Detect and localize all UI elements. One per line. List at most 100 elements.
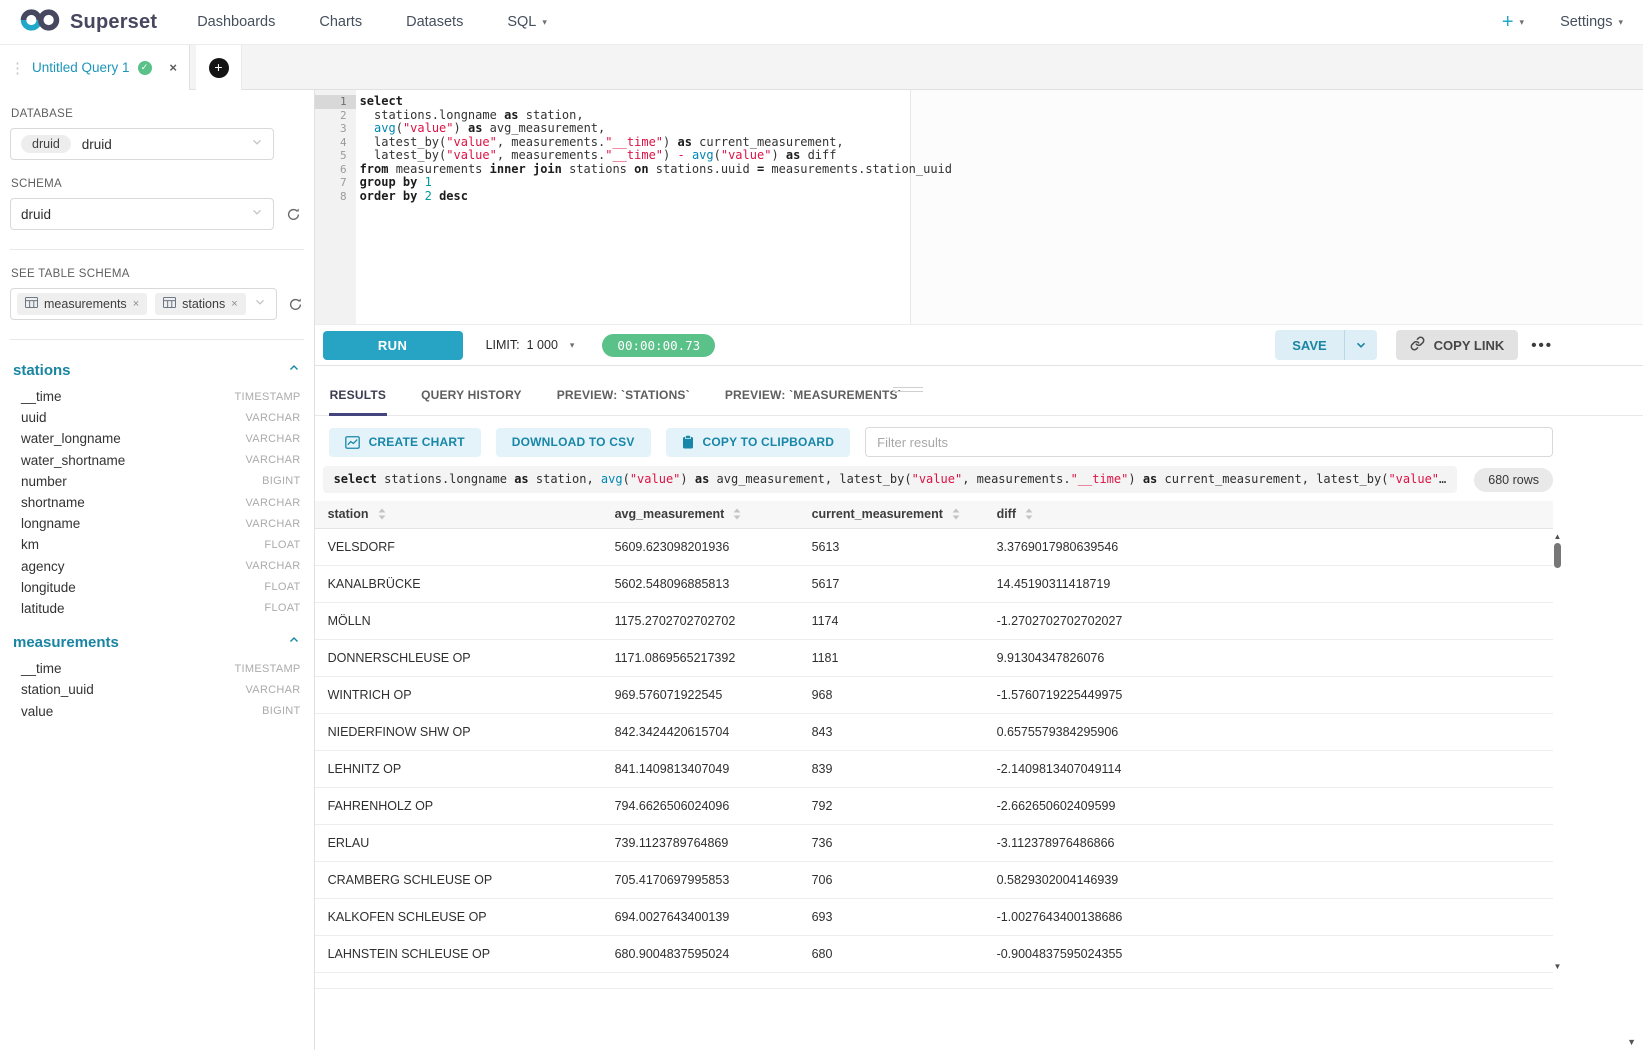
column-row: latitudeFLOAT bbox=[0, 598, 314, 619]
table-cell: -1.0027643400138686 bbox=[984, 898, 1553, 935]
column-name: station_uuid bbox=[21, 682, 94, 697]
column-row: longnameVARCHAR bbox=[0, 513, 314, 534]
table-cell: 694.0027643400139 bbox=[602, 898, 799, 935]
schema-section-header-stations[interactable]: stations bbox=[0, 361, 314, 379]
table-cell bbox=[602, 972, 799, 988]
table-scrollbar[interactable]: ▲ ▼ bbox=[1551, 532, 1564, 980]
column-type: FLOAT bbox=[264, 581, 300, 593]
tab-label: Untitled Query 1 bbox=[32, 60, 130, 75]
column-name: latitude bbox=[21, 601, 65, 616]
copy-to-clipboard-button[interactable]: COPY TO CLIPBOARD bbox=[666, 428, 851, 457]
results-tab-preview-stations-[interactable]: PREVIEW: `STATIONS` bbox=[556, 379, 691, 415]
chevron-up-icon[interactable] bbox=[288, 361, 300, 379]
column-header-station[interactable]: station bbox=[315, 501, 602, 528]
column-type: VARCHAR bbox=[245, 684, 300, 696]
sort-icon[interactable] bbox=[378, 508, 386, 520]
code-line-1: select bbox=[360, 95, 1643, 109]
table-cell: LAHNSTEIN SCHLEUSE OP bbox=[315, 935, 602, 972]
table-cell: 1181 bbox=[799, 639, 984, 676]
column-header-avg_measurement[interactable]: avg_measurement bbox=[602, 501, 799, 528]
page-scroll-down-icon[interactable]: ▼ bbox=[1627, 1037, 1636, 1047]
column-header-current_measurement[interactable]: current_measurement bbox=[799, 501, 984, 528]
sort-icon[interactable] bbox=[733, 508, 741, 520]
column-name: km bbox=[21, 537, 39, 552]
create-chart-button[interactable]: CREATE CHART bbox=[329, 428, 481, 457]
column-name: longitude bbox=[21, 580, 76, 595]
settings-menu[interactable]: Settings▾ bbox=[1560, 14, 1623, 30]
table-tag-stations[interactable]: stations× bbox=[155, 293, 246, 315]
sort-icon[interactable] bbox=[1025, 508, 1033, 520]
table-cell: 705.4170697995853 bbox=[602, 861, 799, 898]
superset-logo[interactable]: Superset bbox=[18, 7, 157, 38]
column-list: __timeTIMESTAMPuuidVARCHARwater_longname… bbox=[0, 386, 314, 619]
database-select[interactable]: druid druid bbox=[10, 128, 274, 160]
nav-item-datasets[interactable]: Datasets bbox=[406, 14, 463, 30]
row-count-badge: 680 rows bbox=[1474, 468, 1553, 492]
limit-dropdown[interactable]: LIMIT: 1 000 ▾ bbox=[486, 338, 575, 352]
new-menu-button[interactable]: + ▾ bbox=[1502, 12, 1524, 32]
run-button[interactable]: RUN bbox=[323, 331, 463, 360]
results-tab-preview-measurements-[interactable]: PREVIEW: `MEASUREMENTS` bbox=[724, 379, 903, 415]
column-name: longname bbox=[21, 516, 80, 531]
column-type: VARCHAR bbox=[245, 454, 300, 466]
download-to-csv-button[interactable]: DOWNLOAD TO CSV bbox=[496, 428, 651, 457]
column-row: __timeTIMESTAMP bbox=[0, 658, 314, 679]
remove-tag-icon[interactable]: × bbox=[133, 298, 139, 310]
line-number: 6 bbox=[315, 163, 356, 177]
table-cell: 1171.0869565217392 bbox=[602, 639, 799, 676]
tab-untitled-query[interactable]: ⋮ Untitled Query 1 ✓ × bbox=[0, 45, 190, 90]
drag-dots-icon[interactable]: ⋮ bbox=[10, 59, 24, 77]
column-name: uuid bbox=[21, 410, 47, 425]
table-icon bbox=[25, 297, 38, 311]
sort-icon[interactable] bbox=[952, 508, 960, 520]
add-tab-button[interactable]: + bbox=[196, 45, 242, 90]
schema-section-header-measurements[interactable]: measurements bbox=[0, 633, 314, 651]
scroll-up-icon[interactable]: ▲ bbox=[1551, 532, 1564, 542]
more-menu-button[interactable]: ••• bbox=[1531, 337, 1553, 354]
scrollbar-thumb[interactable] bbox=[1554, 543, 1561, 568]
copy-link-button[interactable]: COPY LINK bbox=[1396, 330, 1519, 360]
table-cell: 1175.2702702702702 bbox=[602, 602, 799, 639]
nav-item-sql[interactable]: SQL▾ bbox=[507, 14, 547, 30]
close-tab-icon[interactable]: × bbox=[169, 60, 177, 75]
link-icon bbox=[1410, 336, 1425, 354]
table-cell bbox=[799, 972, 984, 988]
table-cell: 841.1409813407049 bbox=[602, 750, 799, 787]
table-cell: MÖLLN bbox=[315, 602, 602, 639]
table-cell: 969.576071922545 bbox=[602, 676, 799, 713]
table-cell: 680.9004837595024 bbox=[602, 935, 799, 972]
results-tab-results[interactable]: RESULTS bbox=[329, 379, 388, 416]
remove-tag-icon[interactable]: × bbox=[231, 298, 237, 310]
editor-code[interactable]: select stations.longname as station, avg… bbox=[356, 90, 1643, 324]
schema-select[interactable]: druid bbox=[10, 198, 274, 230]
table-tag-measurements[interactable]: measurements× bbox=[17, 293, 147, 315]
table-cell: -2.662650602409599 bbox=[984, 787, 1553, 824]
filter-results-input[interactable] bbox=[865, 427, 1553, 457]
column-type: VARCHAR bbox=[245, 560, 300, 572]
column-type: FLOAT bbox=[264, 539, 300, 551]
line-number: 8 bbox=[315, 190, 356, 204]
nav-item-dashboards[interactable]: Dashboards bbox=[197, 14, 275, 30]
nav-item-charts[interactable]: Charts bbox=[319, 14, 362, 30]
column-header-diff[interactable]: diff bbox=[984, 501, 1553, 528]
save-button[interactable]: SAVE bbox=[1275, 330, 1343, 360]
column-name: water_longname bbox=[21, 431, 121, 446]
table-schema-label: SEE TABLE SCHEMA bbox=[11, 268, 314, 280]
scroll-down-icon[interactable]: ▼ bbox=[1551, 962, 1564, 972]
pane-resize-handle[interactable] bbox=[893, 387, 923, 395]
column-name: __time bbox=[21, 661, 62, 676]
table-name: measurements bbox=[13, 634, 119, 651]
save-dropdown-button[interactable] bbox=[1344, 330, 1377, 360]
refresh-tables-icon[interactable] bbox=[287, 297, 304, 312]
chevron-up-icon[interactable] bbox=[288, 633, 300, 651]
schema-section-stations: stations__timeTIMESTAMPuuidVARCHARwater_… bbox=[0, 361, 314, 619]
sql-lab-sidebar: DATABASE druid druid SCHEMA druid bbox=[0, 90, 315, 1050]
results-tab-query-history[interactable]: QUERY HISTORY bbox=[420, 379, 523, 415]
refresh-schemas-icon[interactable] bbox=[284, 207, 304, 222]
sql-editor[interactable]: 12345678 select stations.longname as sta… bbox=[315, 90, 1643, 325]
table-row: ERLAU739.1123789764869736-3.112378976486… bbox=[315, 824, 1553, 861]
line-number: 2 bbox=[315, 109, 356, 123]
table-select[interactable]: measurements× stations× bbox=[10, 288, 277, 320]
divider bbox=[10, 249, 304, 250]
divider bbox=[10, 339, 304, 340]
